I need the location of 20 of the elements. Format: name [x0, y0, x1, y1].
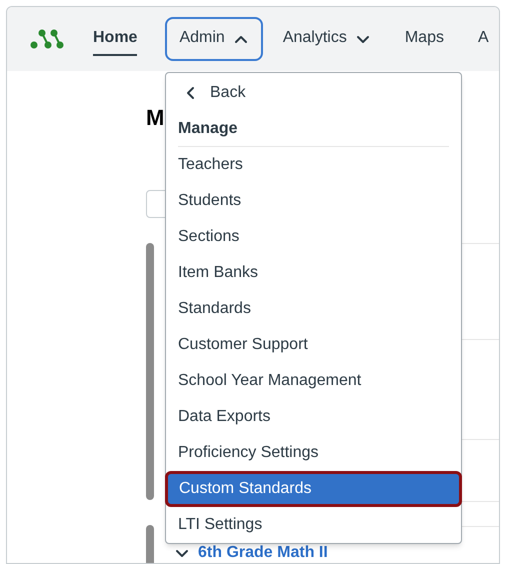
section-heading: Manage [178, 118, 238, 138]
menu-item[interactable]: Standards [178, 291, 449, 327]
menu-item[interactable]: Students [178, 183, 449, 219]
nav-item[interactable]: Admin [165, 17, 263, 61]
nav-item[interactable]: Maps [398, 17, 450, 61]
nav-item[interactable]: Home [87, 17, 144, 61]
page-heading: M [146, 104, 164, 129]
menu-item[interactable]: Teachers [178, 147, 449, 183]
menu-item[interactable]: Custom Standards [165, 471, 462, 507]
back-button[interactable]: Back [178, 75, 449, 111]
nav-item[interactable]: Analytics [276, 17, 377, 61]
nav-item[interactable]: A [472, 17, 495, 61]
menu-item[interactable]: Item Banks [178, 255, 449, 291]
course-link[interactable]: 6th Grade Math II [198, 545, 328, 561]
menu-item[interactable]: School Year Management [178, 363, 449, 399]
menu-item[interactable]: LTI Settings [178, 507, 449, 543]
menu-item[interactable]: Customer Support [178, 327, 449, 363]
menu-item[interactable]: Data Exports [178, 399, 449, 435]
menu-item[interactable]: Sections [178, 219, 449, 255]
menu-item[interactable]: Proficiency Settings [178, 435, 449, 471]
